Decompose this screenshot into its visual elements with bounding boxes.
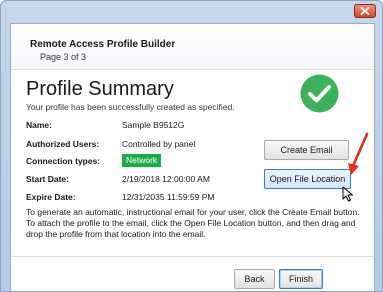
start-date-value: 2/19/2018 12:00:00 AM [122,174,210,184]
instructions-line: drop the profile from that location into… [26,229,206,239]
name-label: Name: [26,120,52,130]
dialog-client-area: Remote Access Profile Builder Page 3 of … [10,23,375,291]
page-title: Profile Summary [26,78,174,100]
check-circle-icon [300,74,339,113]
instructions-text: To generate an automatic, instructional … [26,207,371,240]
finish-button[interactable]: Finish [279,269,323,289]
wizard-page-indicator: Page 3 of 3 [40,52,87,62]
authorized-users-label: Authorized Users: [26,139,100,149]
wizard-title: Remote Access Profile Builder [30,39,176,50]
page-subtitle: Your profile has been successfully creat… [26,102,235,112]
back-button[interactable]: Back [234,269,275,289]
mouse-pointer-icon [342,186,353,202]
start-date-label: Start Date: [26,174,69,184]
authorized-users-value: Controlled by panel [122,139,196,149]
red-arrow-icon [348,132,369,175]
close-icon [360,7,370,15]
expire-date-label: Expire Date: [26,192,76,202]
create-email-button[interactable]: Create Email [264,140,349,160]
name-value: Sample B9512G [122,120,185,130]
instructions-line: To generate an automatic, instructional … [26,207,360,217]
connection-types-label: Connection types: [26,156,101,166]
expire-date-value: 12/31/2035 11:59:59 PM [122,192,215,202]
open-file-location-button[interactable]: Open File Location [264,169,351,189]
wizard-header: Remote Access Profile Builder Page 3 of … [11,24,374,70]
close-button[interactable] [354,4,376,18]
dialog-window: Remote Access Profile Builder Page 3 of … [0,0,383,292]
footer-divider [11,256,374,257]
instructions-line: To attach the profile to the email, clic… [26,218,356,228]
connection-type-badge: Network [122,154,162,167]
